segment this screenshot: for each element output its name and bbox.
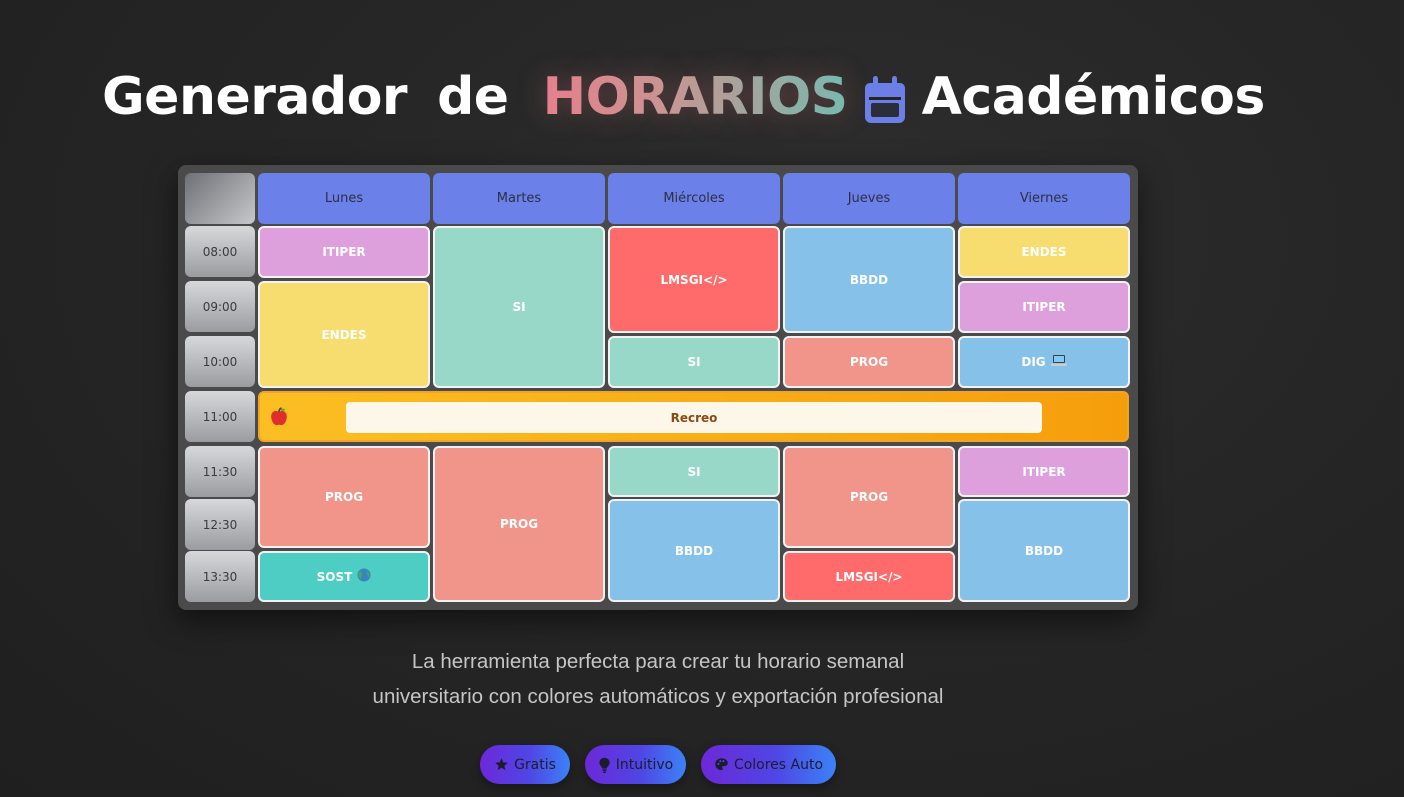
class-block[interactable]: ENDES (958, 226, 1130, 278)
badge-label: Colores Auto (733, 756, 824, 773)
time-label: 10:00 (185, 336, 255, 387)
class-label: ITIPER (1022, 300, 1066, 314)
globe-icon (357, 568, 371, 585)
class-label: SI (687, 355, 701, 369)
class-label: ENDES (321, 327, 367, 342)
class-label: LMSGI</> (660, 272, 728, 287)
badge-label: Gratis (514, 756, 556, 773)
class-label: BBDD (1024, 543, 1064, 558)
class-block[interactable]: SI (433, 226, 605, 388)
class-block[interactable]: ITIPER (958, 281, 1130, 333)
page-title: Generador de HORARIOS Académicos (102, 62, 1265, 132)
break-label: Recreo (346, 402, 1042, 433)
class-label: PROG (324, 490, 364, 504)
badge-label: Intuitivo (615, 756, 674, 773)
class-label: PROG (849, 490, 889, 504)
laptop-icon (1050, 354, 1067, 370)
time-label: 11:30 (185, 446, 255, 497)
time-label: 13:30 (185, 551, 255, 602)
title-word-de: de (437, 67, 509, 127)
class-block[interactable]: BBDD (958, 499, 1130, 602)
class-block[interactable]: PROG (783, 336, 955, 388)
title-highlight: HORARIOS (542, 67, 849, 127)
class-block[interactable]: LMSGI</> (783, 551, 955, 602)
time-label: 12:30 (185, 499, 255, 550)
class-label: BBDD (674, 543, 714, 558)
class-label: DIG (1021, 355, 1046, 369)
class-block[interactable]: PROG (783, 446, 955, 548)
class-label: SOST (316, 569, 353, 584)
day-header-martes: Martes (433, 173, 605, 224)
class-label: ITIPER (322, 245, 366, 259)
feature-badges: Gratis Intuitivo Colores Auto (0, 745, 1404, 785)
class-block[interactable]: ENDES (258, 281, 430, 388)
class-block[interactable]: SI (608, 446, 780, 497)
class-block[interactable]: BBDD (608, 499, 780, 602)
time-label: 08:00 (185, 226, 255, 277)
time-label: 09:00 (185, 281, 255, 332)
class-block[interactable]: DIG (958, 336, 1130, 388)
class-block[interactable]: SI (608, 336, 780, 388)
calendar-icon (862, 75, 908, 125)
schedule-preview: Lunes Martes Miércoles Jueves Viernes 08… (178, 165, 1138, 610)
tagline-line-2: universitario con colores automáticos y … (372, 685, 944, 708)
badge-gratis[interactable]: Gratis (480, 745, 570, 784)
palette-icon (715, 758, 728, 771)
apple-icon (270, 407, 288, 427)
class-block[interactable]: ITIPER (958, 446, 1130, 497)
class-label: PROG (499, 517, 539, 531)
class-block[interactable]: PROG (433, 446, 605, 602)
lightbulb-icon (599, 757, 610, 773)
title-word-academicos: Académicos (921, 67, 1266, 127)
class-block[interactable]: LMSGI</> (608, 226, 780, 333)
day-header-miercoles: Miércoles (608, 173, 780, 224)
day-header-lunes: Lunes (258, 173, 430, 224)
class-block[interactable]: BBDD (783, 226, 955, 333)
class-label: ITIPER (1022, 464, 1066, 479)
class-block[interactable]: SOST (258, 551, 430, 602)
class-label: ENDES (1021, 245, 1067, 259)
class-label: SI (687, 464, 701, 479)
star-icon (495, 758, 508, 771)
tagline-line-1: La herramienta perfecta para crear tu ho… (411, 650, 905, 673)
class-label: PROG (849, 355, 889, 369)
title-word-generador: Generador (102, 67, 408, 127)
break-row: Recreo (258, 391, 1129, 442)
class-block[interactable]: PROG (258, 446, 430, 548)
class-label: BBDD (849, 272, 889, 287)
time-label: 11:00 (185, 391, 255, 442)
badge-intuitivo[interactable]: Intuitivo (585, 745, 686, 784)
class-block[interactable]: ITIPER (258, 226, 430, 278)
class-label: LMSGI</> (835, 569, 903, 584)
badge-colores-auto[interactable]: Colores Auto (701, 745, 836, 784)
day-header-viernes: Viernes (958, 173, 1130, 224)
class-label: SI (512, 300, 526, 314)
grid-corner (185, 173, 255, 224)
day-header-jueves: Jueves (783, 173, 955, 224)
